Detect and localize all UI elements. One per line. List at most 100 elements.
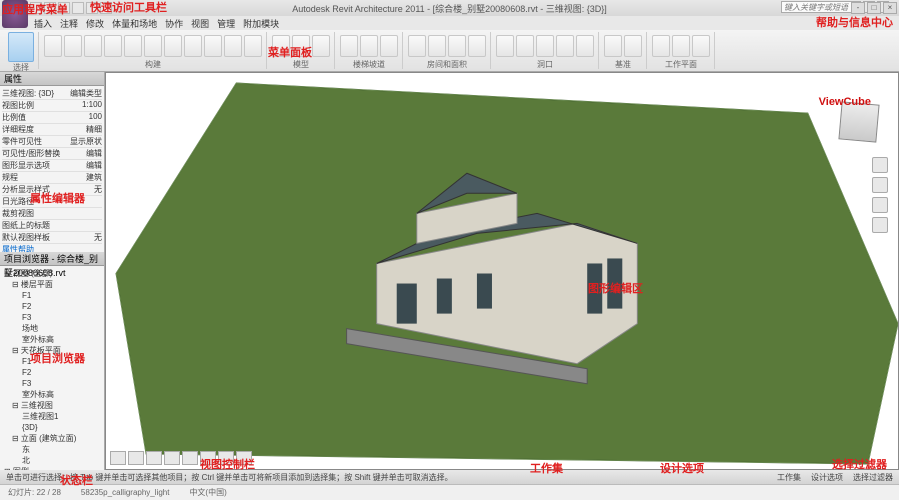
prop-value[interactable] — [62, 208, 102, 219]
area-tool-icon[interactable] — [428, 35, 446, 57]
line-tool-icon[interactable] — [292, 35, 310, 57]
tree-leaf[interactable]: 场地 — [4, 323, 100, 334]
visual-style-icon[interactable] — [146, 451, 162, 465]
prop-value[interactable]: 无 — [62, 232, 102, 243]
prop-value[interactable]: 显示原状 — [62, 136, 102, 147]
level-tool-icon[interactable] — [604, 35, 622, 57]
tree-leaf[interactable]: {3D} — [4, 422, 100, 433]
vertical-opening-icon[interactable] — [556, 35, 574, 57]
tree-node[interactable]: ⊞ 图例 — [4, 466, 100, 470]
tree-leaf[interactable]: 室外标高 — [4, 389, 100, 400]
wall-tool-icon[interactable] — [44, 35, 62, 57]
selection-filter-status[interactable]: 选择过滤器 — [853, 472, 893, 483]
prop-value[interactable]: 精细 — [62, 124, 102, 135]
group-tool-icon[interactable] — [312, 35, 330, 57]
prop-value[interactable]: 100 — [62, 112, 102, 123]
qat-open-icon[interactable] — [86, 2, 98, 14]
tree-leaf[interactable]: 三维视图1 — [4, 411, 100, 422]
qat-print-icon[interactable] — [72, 2, 84, 14]
tree-leaf[interactable]: 室外标高 — [4, 334, 100, 345]
tree-leaf[interactable]: F1 — [4, 356, 100, 367]
tree-root[interactable]: ⊟ 视图 (全部) — [4, 268, 100, 279]
tree-node[interactable]: ⊟ 立面 (建筑立面) — [4, 433, 100, 444]
type-selector[interactable]: 三维视图: {3D} — [2, 88, 62, 99]
shadows-icon[interactable] — [182, 451, 198, 465]
tree-leaf[interactable]: F3 — [4, 378, 100, 389]
workset-status[interactable]: 工作集 — [777, 472, 801, 483]
tree-node[interactable]: ⊟ 三维视图 — [4, 400, 100, 411]
pan-icon[interactable] — [872, 177, 888, 193]
set-workplane-icon[interactable] — [652, 35, 670, 57]
menu-item[interactable]: 附加模块 — [243, 17, 279, 30]
drawing-area[interactable] — [105, 72, 899, 470]
menu-item[interactable]: 管理 — [217, 17, 235, 30]
tree-leaf[interactable]: F1 — [4, 290, 100, 301]
grid-line-icon[interactable] — [624, 35, 642, 57]
help-search-input[interactable] — [781, 1, 861, 13]
menu-item[interactable]: 体量和场地 — [112, 17, 157, 30]
application-menu-button[interactable] — [2, 0, 28, 28]
scale-control[interactable] — [110, 451, 126, 465]
modify-tool-icon[interactable] — [8, 32, 34, 62]
column-tool-icon[interactable] — [124, 35, 142, 57]
stair-tool-icon[interactable] — [340, 35, 358, 57]
qat-redo-icon[interactable] — [58, 2, 70, 14]
ceiling-tool-icon[interactable] — [164, 35, 182, 57]
grid-tool-icon[interactable] — [224, 35, 242, 57]
viewcube[interactable] — [838, 101, 879, 142]
prop-value[interactable]: 编辑 — [62, 160, 102, 171]
prop-value[interactable]: 1:100 — [62, 100, 102, 111]
menu-item[interactable]: 注释 — [60, 17, 78, 30]
tree-leaf[interactable]: F2 — [4, 301, 100, 312]
shaft-tool-icon[interactable] — [516, 35, 534, 57]
design-option-status[interactable]: 设计选项 — [811, 472, 843, 483]
tree-node[interactable]: ⊟ 楼层平面 — [4, 279, 100, 290]
sun-path-icon[interactable] — [164, 451, 180, 465]
floor-tool-icon[interactable] — [184, 35, 202, 57]
dormer-tool-icon[interactable] — [576, 35, 594, 57]
menu-item[interactable]: 协作 — [165, 17, 183, 30]
mullion-tool-icon[interactable] — [244, 35, 262, 57]
tree-leaf[interactable]: 北 — [4, 455, 100, 466]
prop-value[interactable] — [62, 196, 102, 207]
tree-leaf[interactable]: 东 — [4, 444, 100, 455]
wall-opening-icon[interactable] — [536, 35, 554, 57]
crop-view-icon[interactable] — [200, 451, 216, 465]
tree-node[interactable]: ⊟ 天花板平面 — [4, 345, 100, 356]
menu-item[interactable]: 视图 — [191, 17, 209, 30]
opening-tool-icon[interactable] — [496, 35, 514, 57]
ramp-tool-icon[interactable] — [360, 35, 378, 57]
steering-wheel-icon[interactable] — [872, 157, 888, 173]
minimize-icon[interactable]: - — [851, 2, 865, 14]
railing-tool-icon[interactable] — [380, 35, 398, 57]
curtain-tool-icon[interactable] — [204, 35, 222, 57]
crop-region-icon[interactable] — [218, 451, 234, 465]
orbit-icon[interactable] — [872, 217, 888, 233]
component-tool-icon[interactable] — [104, 35, 122, 57]
tag-tool-icon[interactable] — [448, 35, 466, 57]
prop-value[interactable] — [62, 220, 102, 231]
qat-undo-icon[interactable] — [44, 2, 56, 14]
prop-value[interactable]: 建筑 — [62, 172, 102, 183]
zoom-icon[interactable] — [872, 197, 888, 213]
prop-value[interactable]: 编辑 — [62, 148, 102, 159]
edit-type-button[interactable]: 编辑类型 — [62, 88, 102, 99]
roof-tool-icon[interactable] — [144, 35, 162, 57]
qat-save-icon[interactable] — [30, 2, 42, 14]
properties-help-link[interactable]: 属性帮助 — [2, 244, 102, 252]
detail-level-icon[interactable] — [128, 451, 144, 465]
lock-view-icon[interactable] — [236, 451, 252, 465]
legend-tool-icon[interactable] — [468, 35, 486, 57]
close-icon[interactable]: × — [883, 2, 897, 14]
window-tool-icon[interactable] — [84, 35, 102, 57]
menu-item[interactable]: 插入 — [34, 17, 52, 30]
tree-leaf[interactable]: F3 — [4, 312, 100, 323]
prop-value[interactable]: 无 — [62, 184, 102, 195]
maximize-icon[interactable]: □ — [867, 2, 881, 14]
qat-measure-icon[interactable] — [100, 2, 112, 14]
ref-plane-icon[interactable] — [692, 35, 710, 57]
text-tool-icon[interactable] — [272, 35, 290, 57]
door-tool-icon[interactable] — [64, 35, 82, 57]
tree-leaf[interactable]: F2 — [4, 367, 100, 378]
show-workplane-icon[interactable] — [672, 35, 690, 57]
